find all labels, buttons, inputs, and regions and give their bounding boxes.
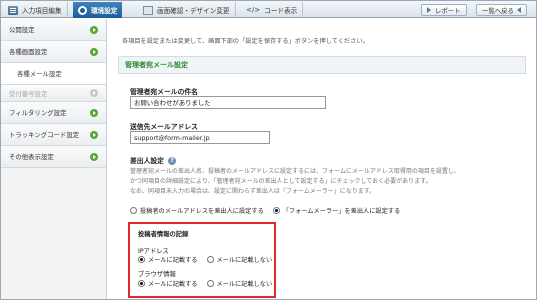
subject-label: 管理者宛メールの件名 bbox=[130, 88, 198, 96]
sidebar-item-screens[interactable]: 各種画面設定 bbox=[1, 41, 106, 63]
radio-button-selected[interactable] bbox=[138, 256, 145, 263]
sidebar-item-mail[interactable]: 各種メール設定 bbox=[1, 63, 106, 85]
sidebar-item-other-display[interactable]: その他表示設定 bbox=[1, 146, 106, 168]
section-title-text: 管理者宛メール設定 bbox=[125, 61, 188, 69]
subject-input[interactable]: お問い合わせがありました bbox=[130, 96, 326, 109]
ip-label: IPアドレス bbox=[138, 248, 169, 255]
tab-code[interactable]: </> コード表示 bbox=[241, 2, 304, 18]
sender-description-2: かつ同項目の詳細設定により、「管理者宛メールの差出人として設定する」にチェックし… bbox=[130, 178, 432, 185]
help-icon[interactable]: ? bbox=[167, 157, 176, 165]
list-icon bbox=[8, 5, 18, 15]
sender-radio-group: 投稿者のメールアドレスを差出人に設定する 「フォームメーラー」を差出人に設定する bbox=[130, 206, 409, 215]
main-content: 各項目を設定または変更して、画面下部の「設定を保存する」ボタンを押してください。… bbox=[108, 19, 536, 299]
arrow-right-icon bbox=[90, 130, 98, 139]
browser-option-include[interactable]: メールに記載する bbox=[138, 279, 198, 288]
to-address-label: 送信先メールアドレス bbox=[130, 123, 198, 131]
back-button-label: 一覧へ戻る bbox=[482, 6, 514, 15]
radio-label: メールに記載しない bbox=[216, 281, 273, 288]
arrow-left-icon bbox=[516, 7, 521, 13]
radio-label: 「フォームメーラー」を差出人に設定する bbox=[282, 208, 401, 215]
radio-label: メールに記載する bbox=[148, 281, 198, 288]
arrow-right-icon bbox=[90, 108, 98, 117]
tab-input-items[interactable]: 入力項目編集 bbox=[3, 2, 68, 18]
to-address-input[interactable]: support@form-mailer.jp bbox=[130, 131, 270, 144]
intro-text: 各項目を設定または変更して、画面下部の「設定を保存する」ボタンを押してください。 bbox=[122, 38, 369, 45]
sender-option-formmailer[interactable]: 「フォームメーラー」を差出人に設定する bbox=[272, 206, 401, 215]
arrow-right-icon bbox=[90, 152, 98, 161]
code-icon: </> bbox=[246, 5, 261, 14]
arrow-right-icon bbox=[90, 47, 98, 56]
sidebar: 公開設定 各種画面設定 各種メール設定 受付番号設定 フィルタリング設定 トラッ… bbox=[1, 19, 107, 299]
sidebar-item-label: 各種メール設定 bbox=[17, 70, 62, 78]
sidebar-item-filtering[interactable]: フィルタリング設定 bbox=[1, 102, 106, 124]
tab-settings[interactable]: 環境設定 bbox=[73, 2, 123, 18]
ip-option-include[interactable]: メールに記載する bbox=[138, 255, 198, 264]
tab-label: 入力項目編集 bbox=[22, 7, 62, 15]
sidebar-item-label: 各種画面設定 bbox=[9, 48, 48, 56]
sidebar-item-label: その他表示設定 bbox=[9, 153, 54, 161]
tab-design[interactable]: 画面確認・デザイン変更 bbox=[138, 2, 236, 18]
sidebar-item-tracking[interactable]: トラッキングコード設定 bbox=[1, 124, 106, 146]
sender-description-3: なお、同項目未入力の場合は、設定に関わらず差出人は「フォームメーラー」になります… bbox=[130, 188, 376, 195]
poster-info-record-highlight: 投稿者情報の記録 IPアドレス メールに記載する メールに記載しない ブラウザ情… bbox=[128, 222, 276, 298]
sidebar-item-label: フィルタリング設定 bbox=[9, 109, 67, 117]
sender-option-poster[interactable]: 投稿者のメールアドレスを差出人に設定する bbox=[130, 206, 264, 215]
radio-button-selected[interactable] bbox=[272, 207, 280, 214]
ip-option-exclude[interactable]: メールに記載しない bbox=[206, 255, 273, 264]
top-tab-bar: 入力項目編集 環境設定 画面確認・デザイン変更 </> コード表示 レポート 一… bbox=[1, 1, 536, 18]
browser-option-exclude[interactable]: メールに記載しない bbox=[206, 279, 273, 288]
arrow-right-icon bbox=[90, 89, 98, 97]
ip-radio-group: メールに記載する メールに記載しない bbox=[138, 255, 281, 264]
radio-button-selected[interactable] bbox=[138, 280, 145, 287]
radio-label: メールに記載する bbox=[148, 257, 198, 264]
tab-label: 画面確認・デザイン変更 bbox=[157, 7, 230, 15]
record-title: 投稿者情報の記録 bbox=[138, 231, 189, 238]
sidebar-item-receipt-number: 受付番号設定 bbox=[1, 85, 106, 102]
sender-description-1: 管理者宛メールの差出人名、投稿者のメールアドレスに設定するには、フォームにメール… bbox=[130, 168, 460, 175]
back-to-list-button[interactable]: 一覧へ戻る bbox=[476, 4, 527, 16]
radio-button[interactable] bbox=[130, 207, 137, 214]
sender-setting-label: 差出人設定? bbox=[130, 155, 176, 165]
tab-label: 環境設定 bbox=[91, 7, 118, 15]
arrow-right-icon bbox=[90, 25, 98, 34]
browser-label: ブラウザ情報 bbox=[138, 271, 176, 278]
section-title: 管理者宛メール設定 bbox=[118, 56, 526, 74]
browser-radio-group: メールに記載する メールに記載しない bbox=[138, 279, 281, 288]
sidebar-item-label: 公開設定 bbox=[9, 26, 35, 34]
sidebar-item-publish[interactable]: 公開設定 bbox=[1, 19, 106, 41]
tab-label: コード表示 bbox=[264, 7, 298, 15]
gear-icon bbox=[78, 5, 87, 15]
report-button-label: レポート bbox=[435, 6, 461, 15]
sidebar-item-label: 受付番号設定 bbox=[9, 89, 48, 98]
radio-label: メールに記載しない bbox=[216, 257, 273, 264]
sidebar-item-label: トラッキングコード設定 bbox=[9, 131, 80, 139]
report-button[interactable]: レポート bbox=[421, 4, 467, 16]
radio-label: 投稿者のメールアドレスを差出人に設定する bbox=[140, 208, 264, 215]
screen-icon bbox=[143, 5, 153, 15]
radio-button[interactable] bbox=[206, 280, 214, 287]
radio-button[interactable] bbox=[206, 256, 214, 263]
arrow-right-icon bbox=[427, 7, 431, 13]
sender-setting-text: 差出人設定 bbox=[130, 157, 164, 165]
